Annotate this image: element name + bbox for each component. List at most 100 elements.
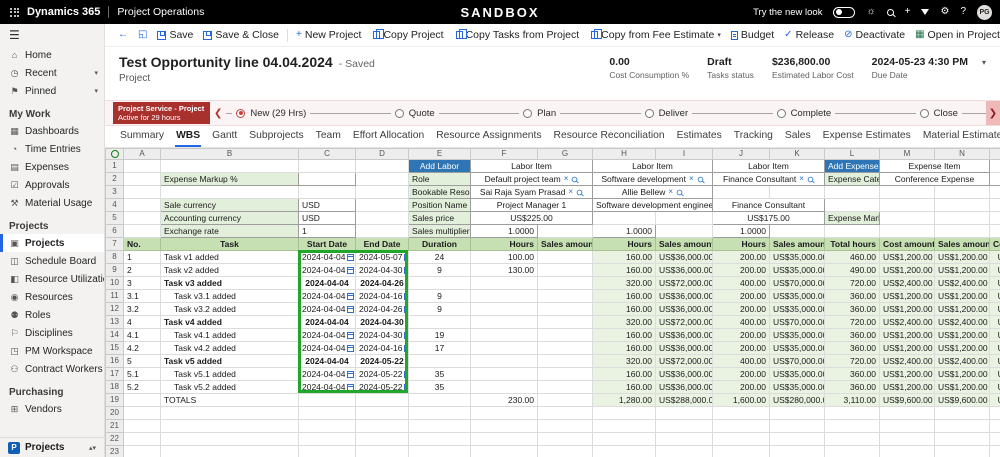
cell-C14[interactable]: 2024-04-04 bbox=[298, 328, 356, 342]
cell-O11[interactable]: US$1,2 bbox=[989, 289, 1000, 303]
cell-A21[interactable] bbox=[123, 419, 161, 433]
cell-D17[interactable]: 2024-05-22 bbox=[355, 367, 409, 381]
cell-O21[interactable] bbox=[989, 419, 1000, 433]
cell-O4[interactable] bbox=[989, 198, 1000, 212]
cell-H9[interactable]: 160.00 bbox=[592, 263, 656, 277]
cell-M6[interactable] bbox=[879, 224, 935, 238]
row-header-13[interactable]: 13 bbox=[105, 315, 124, 329]
cell-L6[interactable] bbox=[824, 224, 880, 238]
cell-J19[interactable]: 1,600.00 bbox=[712, 393, 770, 407]
cell-N14[interactable]: US$1,200.00 bbox=[934, 328, 990, 342]
sidebar-item-pm-workspace[interactable]: ◳ PM Workspace bbox=[0, 342, 104, 360]
cell-D10[interactable]: 2024-04-26 bbox=[355, 276, 409, 290]
cell-F23[interactable] bbox=[470, 445, 538, 457]
col-header-D[interactable]: D bbox=[355, 148, 409, 160]
cell-L21[interactable] bbox=[824, 419, 880, 433]
cell-E1[interactable]: Add Labor bbox=[408, 159, 471, 173]
calendar-icon[interactable] bbox=[347, 266, 355, 274]
cell-E4[interactable]: Position Name bbox=[408, 198, 471, 212]
col-header-L[interactable]: L bbox=[824, 148, 880, 160]
cell-I10[interactable]: US$72,000.00 bbox=[655, 276, 713, 290]
cell-L20[interactable] bbox=[824, 406, 880, 420]
cell-C16[interactable]: 2024-04-04 bbox=[298, 354, 356, 368]
cell-K23[interactable] bbox=[769, 445, 825, 457]
cell-C19[interactable] bbox=[298, 393, 356, 407]
cell-B5[interactable]: Accounting currency bbox=[160, 211, 299, 225]
cell-N21[interactable] bbox=[934, 419, 990, 433]
cell-D6[interactable] bbox=[355, 224, 409, 238]
cell-O8[interactable]: US$1,2 bbox=[989, 250, 1000, 264]
cell-E23[interactable] bbox=[408, 445, 471, 457]
cell-K20[interactable] bbox=[769, 406, 825, 420]
tab-wbs[interactable]: WBS bbox=[175, 126, 202, 147]
cell-I21[interactable] bbox=[655, 419, 713, 433]
cmd-copy-tasks-from-project[interactable]: Copy Tasks from Project bbox=[449, 25, 585, 45]
cell-K8[interactable]: US$35,000.00 bbox=[769, 250, 825, 264]
cell-C10[interactable]: 2024-04-04 bbox=[298, 276, 356, 290]
cell-F7[interactable]: Hours bbox=[470, 237, 538, 251]
cell-G21[interactable] bbox=[537, 419, 593, 433]
cell-J11[interactable]: 200.00 bbox=[712, 289, 770, 303]
cell-H22[interactable] bbox=[592, 432, 656, 446]
cell-O2[interactable]: De bbox=[989, 172, 1000, 186]
cell-N9[interactable]: US$1,200.00 bbox=[934, 263, 990, 277]
cell-J21[interactable] bbox=[712, 419, 770, 433]
cell-J20[interactable] bbox=[712, 406, 770, 420]
calendar-icon[interactable] bbox=[404, 292, 408, 300]
cell-H2[interactable]: Software development × bbox=[592, 172, 713, 186]
cell-L11[interactable]: 360.00 bbox=[824, 289, 880, 303]
cell-A13[interactable]: 4 bbox=[123, 315, 161, 329]
cell-F22[interactable] bbox=[470, 432, 538, 446]
cell-L10[interactable]: 720.00 bbox=[824, 276, 880, 290]
sidebar-item-pinned[interactable]: ⚑ Pinned ▾ bbox=[0, 82, 104, 100]
cell-I7[interactable]: Sales amount bbox=[655, 237, 713, 251]
waffle-menu-icon[interactable] bbox=[10, 7, 19, 17]
sidebar-collapse-icon[interactable]: ☰ bbox=[0, 24, 104, 46]
calendar-icon[interactable] bbox=[347, 305, 355, 313]
col-header-K[interactable]: K bbox=[769, 148, 825, 160]
bpf-stage-complete[interactable]: Complete bbox=[772, 107, 836, 119]
row-header-20[interactable]: 20 bbox=[105, 406, 124, 420]
cell-J18[interactable]: 200.00 bbox=[712, 380, 770, 394]
cell-F18[interactable] bbox=[470, 380, 538, 394]
cell-D23[interactable] bbox=[355, 445, 409, 457]
row-header-22[interactable]: 22 bbox=[105, 432, 124, 446]
cell-M12[interactable]: US$1,200.00 bbox=[879, 302, 935, 316]
cell-L8[interactable]: 460.00 bbox=[824, 250, 880, 264]
cmd-deactivate[interactable]: ⊘ Deactivate bbox=[839, 25, 910, 45]
area-switcher[interactable]: P Projects ▴▾ bbox=[0, 437, 104, 457]
cell-G20[interactable] bbox=[537, 406, 593, 420]
cell-N12[interactable]: US$1,200.00 bbox=[934, 302, 990, 316]
row-header-1[interactable]: 1 bbox=[105, 159, 124, 173]
cell-C17[interactable]: 2024-04-04 bbox=[298, 367, 356, 381]
cell-M22[interactable] bbox=[879, 432, 935, 446]
cell-C5[interactable]: USD bbox=[298, 211, 356, 225]
cell-F17[interactable] bbox=[470, 367, 538, 381]
cell-H10[interactable]: 320.00 bbox=[592, 276, 656, 290]
clear-icon[interactable]: × bbox=[568, 187, 573, 198]
cmd-save-close[interactable]: Save & Close bbox=[198, 25, 284, 45]
calendar-icon[interactable] bbox=[347, 253, 355, 261]
cell-J16[interactable]: 400.00 bbox=[712, 354, 770, 368]
cell-A11[interactable]: 3.1 bbox=[123, 289, 161, 303]
cell-N13[interactable]: US$2,400.00 bbox=[934, 315, 990, 329]
sidebar-item-expenses[interactable]: ▤ Expenses bbox=[0, 158, 104, 176]
cell-M14[interactable]: US$1,200.00 bbox=[879, 328, 935, 342]
lookup-search-icon[interactable] bbox=[576, 189, 583, 195]
cell-D4[interactable] bbox=[355, 198, 409, 212]
lookup-search-icon[interactable] bbox=[697, 176, 703, 182]
row-header-2[interactable]: 2 bbox=[105, 172, 124, 186]
cell-K22[interactable] bbox=[769, 432, 825, 446]
cell-B23[interactable] bbox=[160, 445, 299, 457]
header-chevron-icon[interactable]: ▾ bbox=[982, 54, 986, 100]
calendar-icon[interactable] bbox=[404, 266, 408, 274]
tab-resource-assignments[interactable]: Resource Assignments bbox=[435, 126, 542, 147]
cell-O13[interactable]: US$2,4 bbox=[989, 315, 1000, 329]
cell-H11[interactable]: 160.00 bbox=[592, 289, 656, 303]
cell-I8[interactable]: US$36,000.00 bbox=[655, 250, 713, 264]
cell-I19[interactable]: US$288,000.00 bbox=[655, 393, 713, 407]
cell-F15[interactable] bbox=[470, 341, 538, 355]
cell-H5[interactable] bbox=[592, 211, 656, 225]
cell-K19[interactable]: US$280,000.00 bbox=[769, 393, 825, 407]
cell-B19[interactable]: TOTALS bbox=[160, 393, 299, 407]
